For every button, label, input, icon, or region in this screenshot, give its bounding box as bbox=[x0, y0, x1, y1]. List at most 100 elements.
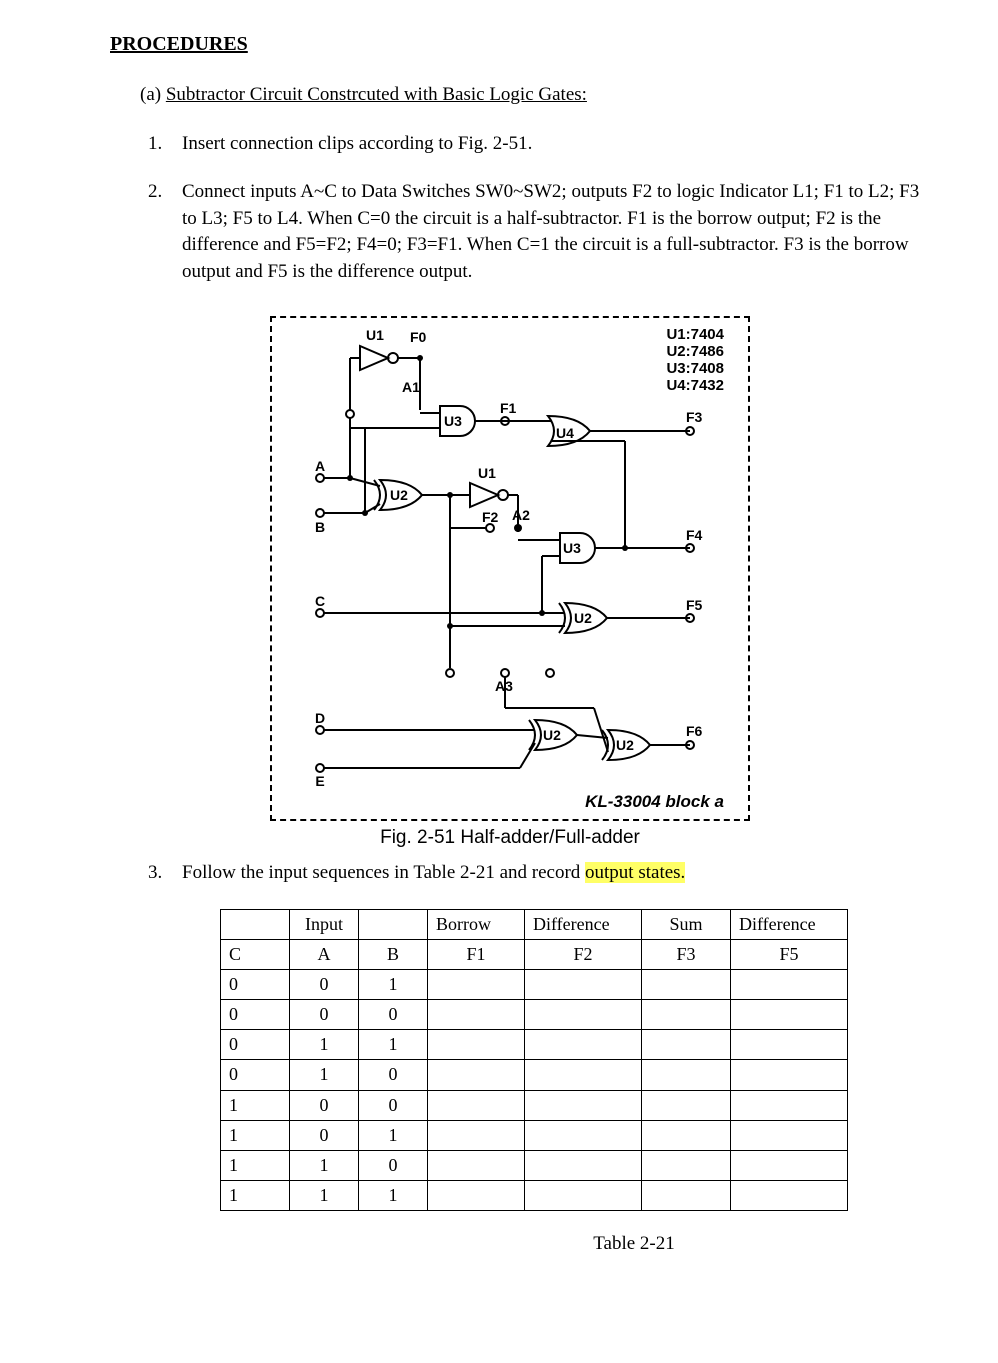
table-cell: 1 bbox=[221, 1090, 290, 1120]
subsection-a: (a) Subtractor Circuit Constrcuted with … bbox=[140, 82, 958, 109]
svg-text:U4: U4 bbox=[556, 425, 574, 441]
col-subheader: B bbox=[359, 939, 428, 969]
col-header bbox=[359, 909, 428, 939]
ic-legend: U1:7404 U2:7486 U3:7408 U4:7432 bbox=[666, 326, 724, 395]
svg-text:U2: U2 bbox=[390, 487, 408, 503]
table-row: 010 bbox=[221, 1060, 848, 1090]
step-number: 3. bbox=[148, 860, 182, 887]
step-1: 1. Insert connection clips according to … bbox=[148, 131, 958, 158]
svg-text:U2: U2 bbox=[616, 737, 634, 753]
table-cell: 0 bbox=[221, 1060, 290, 1090]
svg-text:F1: F1 bbox=[500, 400, 517, 416]
ic-legend-line: U4:7432 bbox=[666, 377, 724, 394]
table-cell-empty bbox=[428, 1000, 525, 1030]
table-cell: 0 bbox=[290, 969, 359, 999]
highlighted-text: output states. bbox=[585, 862, 685, 883]
svg-text:U1: U1 bbox=[478, 465, 496, 481]
svg-text:U3: U3 bbox=[444, 413, 462, 429]
svg-text:D: D bbox=[315, 710, 325, 726]
table-cell-empty bbox=[428, 1030, 525, 1060]
svg-text:F4: F4 bbox=[686, 527, 703, 543]
table-cell-empty bbox=[731, 1030, 848, 1060]
block-label: KL-33004 block a bbox=[290, 790, 724, 814]
table-cell: 0 bbox=[221, 1000, 290, 1030]
svg-text:U2: U2 bbox=[543, 727, 561, 743]
table-cell-empty bbox=[525, 1030, 642, 1060]
col-subheader: F5 bbox=[731, 939, 848, 969]
table-caption: Table 2-21 bbox=[310, 1231, 958, 1258]
figure-2-51: U1:7404 U2:7486 U3:7408 U4:7432 .w { str… bbox=[270, 316, 750, 852]
svg-text:A1: A1 bbox=[402, 379, 420, 395]
table-cell: 0 bbox=[359, 1090, 428, 1120]
table-cell-empty bbox=[731, 1120, 848, 1150]
table-cell: 1 bbox=[290, 1181, 359, 1211]
step-number: 1. bbox=[148, 131, 182, 158]
table-cell: 0 bbox=[290, 1000, 359, 1030]
circuit-diagram-box: U1:7404 U2:7486 U3:7408 U4:7432 .w { str… bbox=[270, 316, 750, 822]
table-cell: 1 bbox=[221, 1120, 290, 1150]
step-body: Connect inputs A~C to Data Switches SW0~… bbox=[182, 179, 958, 285]
table-cell-empty bbox=[642, 1060, 731, 1090]
table-header-row: Input Borrow Difference Sum Difference bbox=[221, 909, 848, 939]
ic-legend-line: U1:7404 bbox=[666, 326, 724, 343]
svg-text:U1: U1 bbox=[366, 328, 384, 343]
table-row: 001 bbox=[221, 969, 848, 999]
circuit-svg: .w { stroke:#000; stroke-width:2; fill:n… bbox=[290, 328, 730, 788]
table-cell: 1 bbox=[359, 1030, 428, 1060]
table-cell-empty bbox=[525, 1181, 642, 1211]
table-cell: 1 bbox=[290, 1151, 359, 1181]
svg-text:U2: U2 bbox=[574, 610, 592, 626]
table-cell-empty bbox=[731, 1000, 848, 1030]
col-header: Difference bbox=[525, 909, 642, 939]
table-cell: 1 bbox=[221, 1151, 290, 1181]
table-row: 101 bbox=[221, 1120, 848, 1150]
table-cell: 1 bbox=[290, 1030, 359, 1060]
table-row: 011 bbox=[221, 1030, 848, 1060]
table-row: 000 bbox=[221, 1000, 848, 1030]
table-cell-empty bbox=[525, 1060, 642, 1090]
svg-text:F3: F3 bbox=[686, 409, 703, 425]
table-cell-empty bbox=[525, 1090, 642, 1120]
col-subheader: F1 bbox=[428, 939, 525, 969]
table-cell-empty bbox=[525, 1151, 642, 1181]
step-body: Follow the input sequences in Table 2-21… bbox=[182, 860, 958, 887]
table-cell-empty bbox=[731, 1060, 848, 1090]
col-subheader: F3 bbox=[642, 939, 731, 969]
section-heading: PROCEDURES bbox=[110, 30, 958, 58]
table-cell-empty bbox=[525, 1000, 642, 1030]
table-cell-empty bbox=[731, 1090, 848, 1120]
table-cell: 1 bbox=[359, 1120, 428, 1150]
step-3: 3. Follow the input sequences in Table 2… bbox=[148, 860, 958, 887]
table-cell-empty bbox=[428, 1120, 525, 1150]
ic-legend-line: U3:7408 bbox=[666, 360, 724, 377]
section-letter: (a) bbox=[140, 84, 161, 105]
table-cell-empty bbox=[428, 1181, 525, 1211]
svg-text:F0: F0 bbox=[410, 329, 427, 345]
table-2-21-wrap: Input Borrow Difference Sum Difference C… bbox=[220, 909, 958, 1258]
svg-text:U3: U3 bbox=[563, 540, 581, 556]
svg-text:F2: F2 bbox=[482, 509, 499, 525]
table-cell-empty bbox=[428, 1090, 525, 1120]
table-cell: 0 bbox=[221, 1030, 290, 1060]
table-row: 100 bbox=[221, 1090, 848, 1120]
step-number: 2. bbox=[148, 179, 182, 285]
svg-text:C: C bbox=[315, 593, 325, 609]
table-2-21: Input Borrow Difference Sum Difference C… bbox=[220, 909, 848, 1212]
step-text: Follow the input sequences in Table 2-21… bbox=[182, 862, 585, 883]
table-row: 111 bbox=[221, 1181, 848, 1211]
table-cell: 1 bbox=[359, 1181, 428, 1211]
figure-caption: Fig. 2-51 Half-adder/Full-adder bbox=[270, 825, 750, 852]
svg-text:E: E bbox=[315, 773, 324, 788]
col-subheader: A bbox=[290, 939, 359, 969]
table-cell-empty bbox=[642, 1151, 731, 1181]
col-header: Sum bbox=[642, 909, 731, 939]
col-header: Input bbox=[290, 909, 359, 939]
section-title: Subtractor Circuit Constrcuted with Basi… bbox=[166, 84, 587, 105]
col-header: Difference bbox=[731, 909, 848, 939]
table-cell-empty bbox=[731, 1181, 848, 1211]
table-cell: 0 bbox=[290, 1120, 359, 1150]
table-cell-empty bbox=[642, 1181, 731, 1211]
svg-text:A2: A2 bbox=[512, 507, 530, 523]
col-subheader: F2 bbox=[525, 939, 642, 969]
svg-text:F5: F5 bbox=[686, 597, 703, 613]
